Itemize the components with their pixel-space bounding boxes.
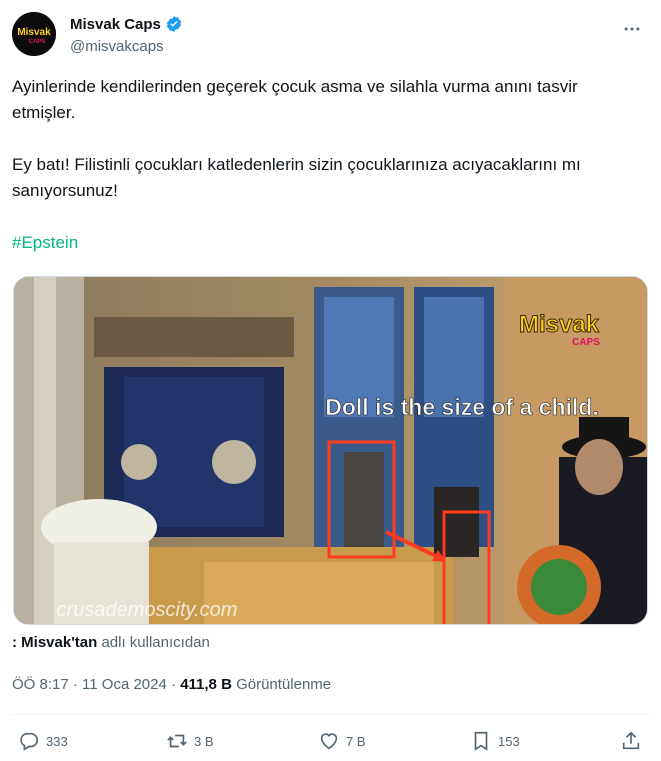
source-author[interactable]: : Misvak'tan [12, 634, 97, 651]
bookmark-button[interactable]: 153 [470, 726, 520, 756]
heart-icon [320, 733, 338, 750]
divider [12, 714, 649, 715]
tweet-time[interactable]: ÖÖ 8:17 [12, 676, 69, 693]
like-button[interactable]: 7 B [318, 726, 366, 756]
video-source[interactable]: : Misvak'tan adlı kullanıcıdan [12, 633, 210, 653]
avatar[interactable]: Misvak CAPS [12, 12, 56, 56]
video-caption: Doll is the size of a child. [325, 394, 599, 420]
tweet-video[interactable]: Doll is the size of a child. Misvak CAPS… [13, 276, 648, 625]
bookmark-icon [474, 731, 488, 751]
hashtag-link[interactable]: #Epstein [12, 233, 78, 252]
action-bar: 333 3 B 7 B 153 [12, 726, 649, 756]
meta-separator-1: · [72, 676, 78, 693]
reply-button[interactable]: 333 [18, 726, 68, 756]
video-watermark: Misvak [519, 311, 600, 338]
retweet-count: 3 B [194, 733, 214, 749]
bookmark-count: 153 [498, 733, 520, 749]
more-options-icon[interactable] [619, 16, 645, 42]
views-count[interactable]: 411,8 B [180, 676, 232, 693]
tweet-meta: ÖÖ 8:17 · 11 Oca 2024 · 411,8 B Görüntül… [12, 674, 331, 696]
avatar-logo-subtext: CAPS [29, 39, 46, 45]
tweet-paragraph-2: Ey batı! Filistinli çocukları katledenle… [12, 155, 581, 200]
meta-separator-2: · [171, 676, 177, 693]
share-icon [622, 731, 640, 750]
share-button[interactable] [620, 726, 642, 756]
retweet-icon [167, 734, 187, 748]
display-name[interactable]: Misvak Caps [70, 16, 161, 33]
reply-icon [20, 732, 39, 751]
like-count: 7 B [346, 733, 366, 749]
user-handle[interactable]: @misvakcaps [70, 38, 183, 55]
verified-badge-icon [165, 15, 183, 33]
tweet-paragraph-1: Ayinlerinde kendilerinden geçerek çocuk … [12, 77, 578, 122]
video-watermark-sub: CAPS [572, 337, 600, 348]
source-suffix: adlı kullanıcıdan [101, 634, 210, 651]
retweet-button[interactable]: 3 B [166, 726, 214, 756]
tweet-date[interactable]: 11 Oca 2024 [82, 676, 167, 693]
site-watermark: crusademoscity.com [57, 599, 238, 621]
views-label: Görüntülenme [236, 676, 332, 693]
reply-count: 333 [46, 733, 68, 749]
avatar-logo-text: Misvak [17, 27, 51, 38]
tweet-text: Ayinlerinde kendilerinden geçerek çocuk … [12, 74, 642, 256]
tweet-header: Misvak CAPS Misvak Caps @misvakcaps [12, 10, 649, 58]
